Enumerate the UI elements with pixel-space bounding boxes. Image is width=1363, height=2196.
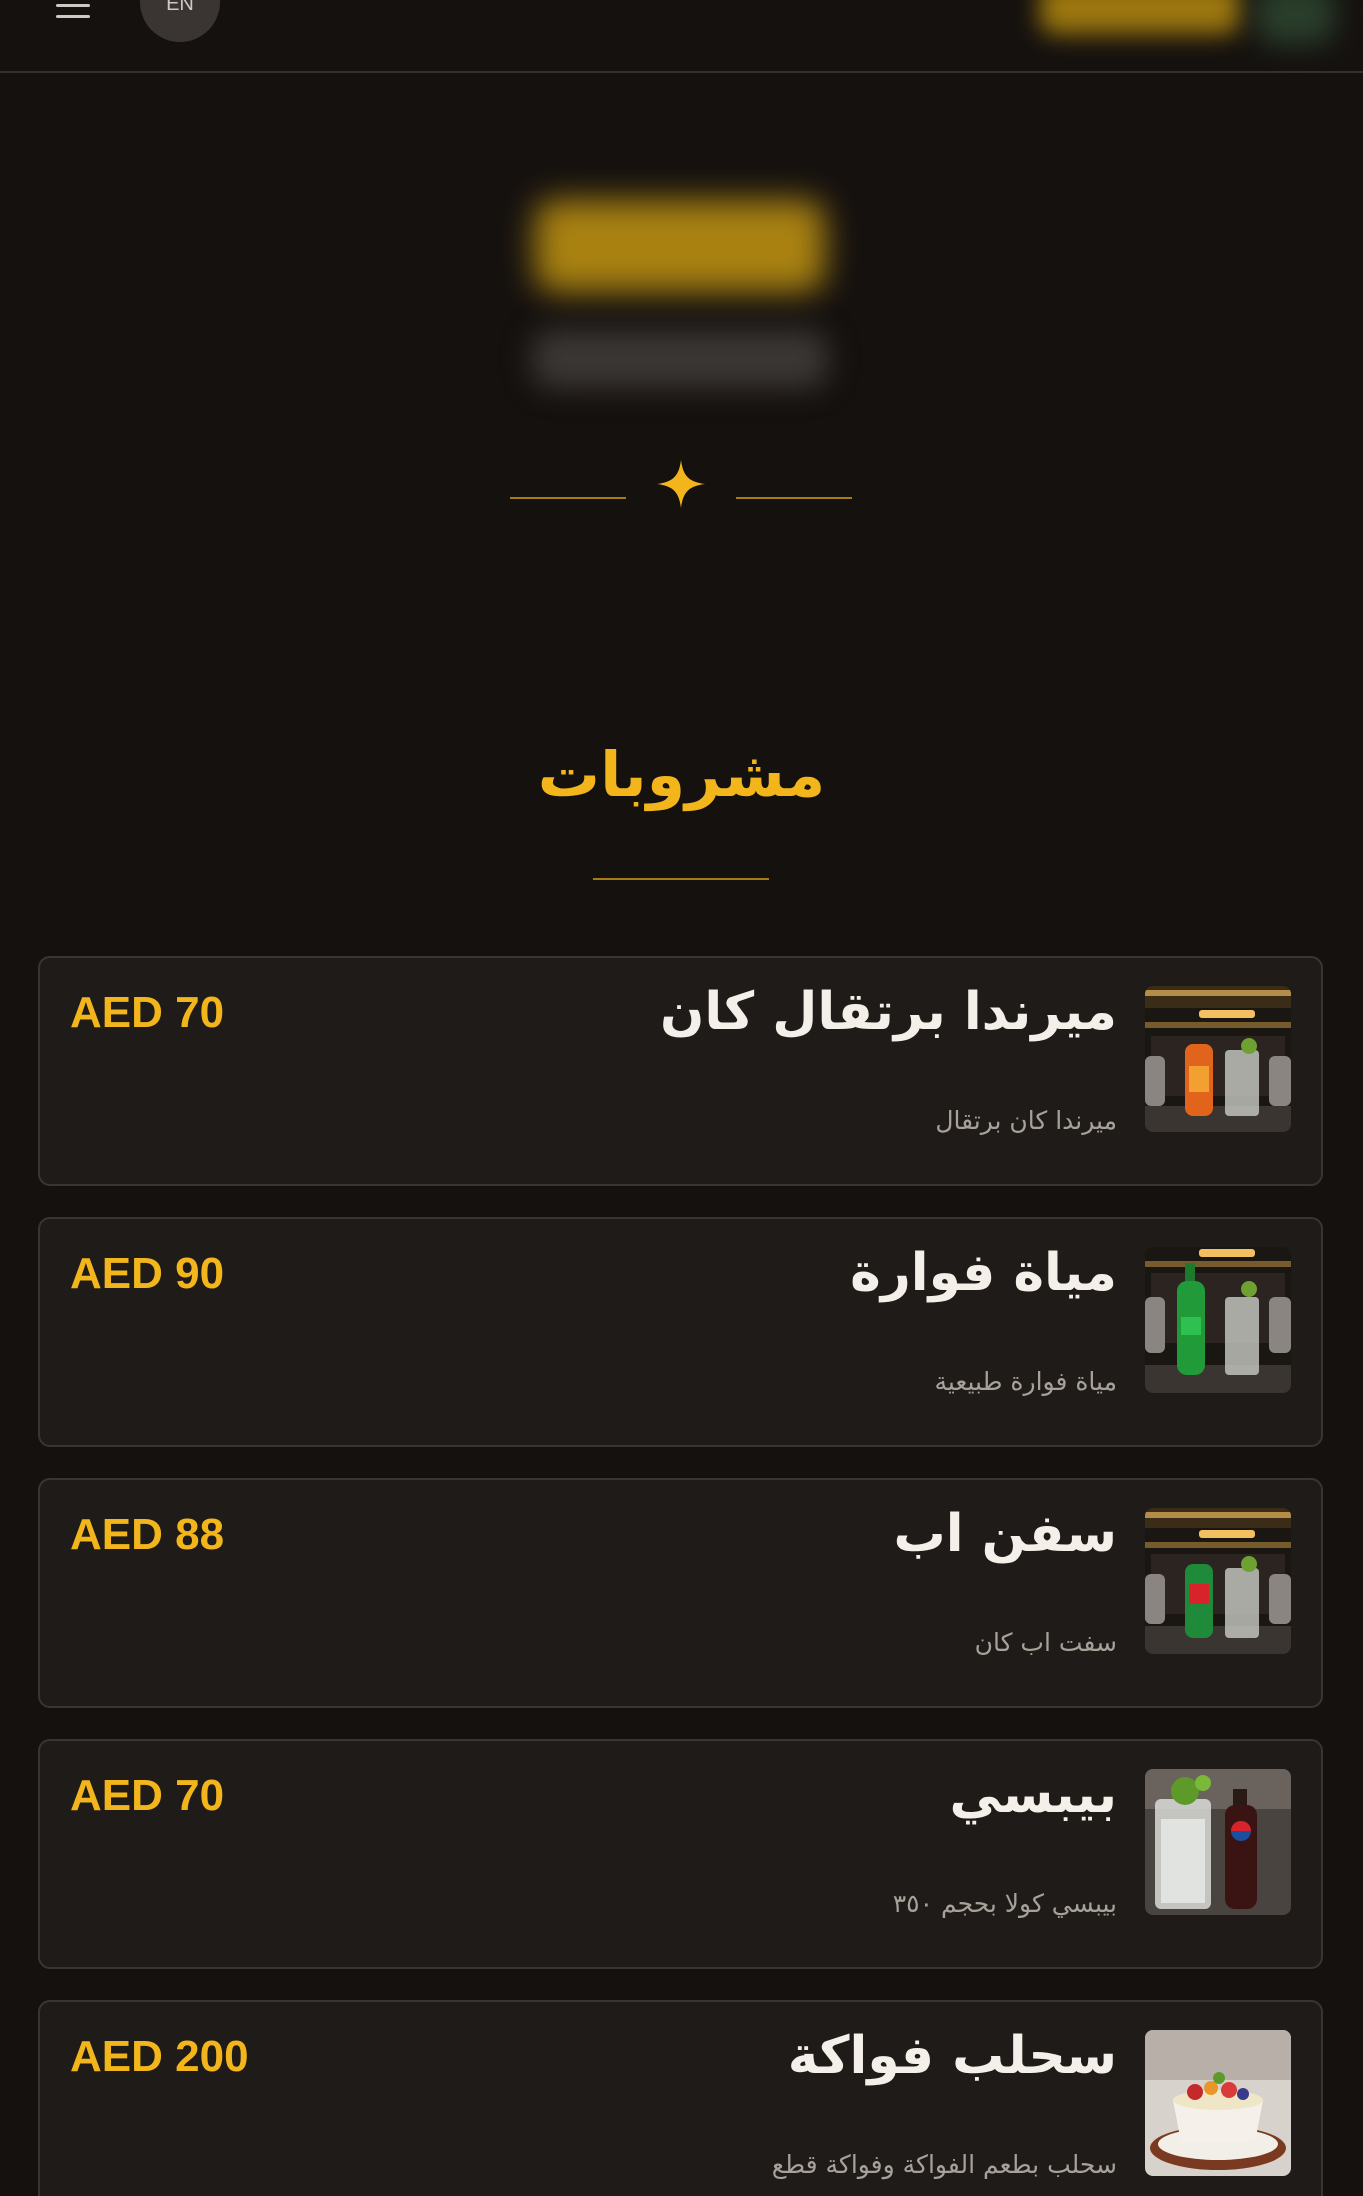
ornament-line-right [736,497,852,499]
hamburger-menu-icon[interactable] [56,0,92,22]
menu-item-price: AED 90 [70,1249,225,1298]
menu-item-card[interactable]: مياة فوارة مياة فوارة طبيعية AED 90 [38,1217,1323,1447]
sparkle-star-icon [657,460,705,508]
menu-item-description: سفت اب كان [974,1628,1117,1657]
top-bar: EN [0,0,1363,73]
menu-item-card[interactable]: ميرندا برتقال كان ميرندا كان برتقال AED … [38,956,1323,1186]
menu-item-image [1145,1247,1291,1393]
restaurant-name-blurred [535,200,825,292]
menu-item-description: مياة فوارة طبيعية [934,1367,1117,1396]
restaurant-subtitle-blurred [532,330,828,388]
language-toggle-button[interactable]: EN [140,0,220,42]
ornament-line-left [510,497,626,499]
section-underline [593,878,769,880]
menu-item-name: بيبسي [949,1765,1117,1825]
menu-item-name: سفن اب [893,1504,1117,1564]
menu-item-name: سحلب فواكة [787,2026,1117,2086]
menu-item-image [1145,986,1291,1132]
menu-item-price: AED 70 [70,1771,225,1820]
section-title: مشروبات [537,738,826,811]
menu-item-price: AED 70 [70,988,225,1037]
menu-item-price: AED 200 [70,2032,249,2081]
logo-badge-blurred [1255,0,1335,44]
menu-item-card[interactable]: سفن اب سفت اب كان AED 88 [38,1478,1323,1708]
restaurant-logo-blurred [1040,0,1240,34]
menu-item-name: ميرندا برتقال كان [660,982,1117,1042]
menu-page: EN مشروبات ميرندا برتقال كان ميرندا كان … [0,0,1363,2196]
menu-item-card[interactable]: بيبسي بيبسي كولا بحجم ٣٥٠ AED 70 [38,1739,1323,1969]
menu-item-image [1145,1508,1291,1654]
menu-item-description: ميرندا كان برتقال [935,1106,1117,1135]
menu-item-card[interactable]: سحلب فواكة سحلب بطعم الفواكة وفواكة قطع … [38,2000,1323,2196]
menu-item-description: بيبسي كولا بحجم ٣٥٠ [892,1889,1117,1918]
menu-item-name: مياة فوارة [850,1243,1117,1303]
menu-item-image [1145,2030,1291,2176]
menu-item-image [1145,1769,1291,1915]
menu-item-description: سحلب بطعم الفواكة وفواكة قطع [771,2150,1117,2179]
menu-item-price: AED 88 [70,1510,225,1559]
